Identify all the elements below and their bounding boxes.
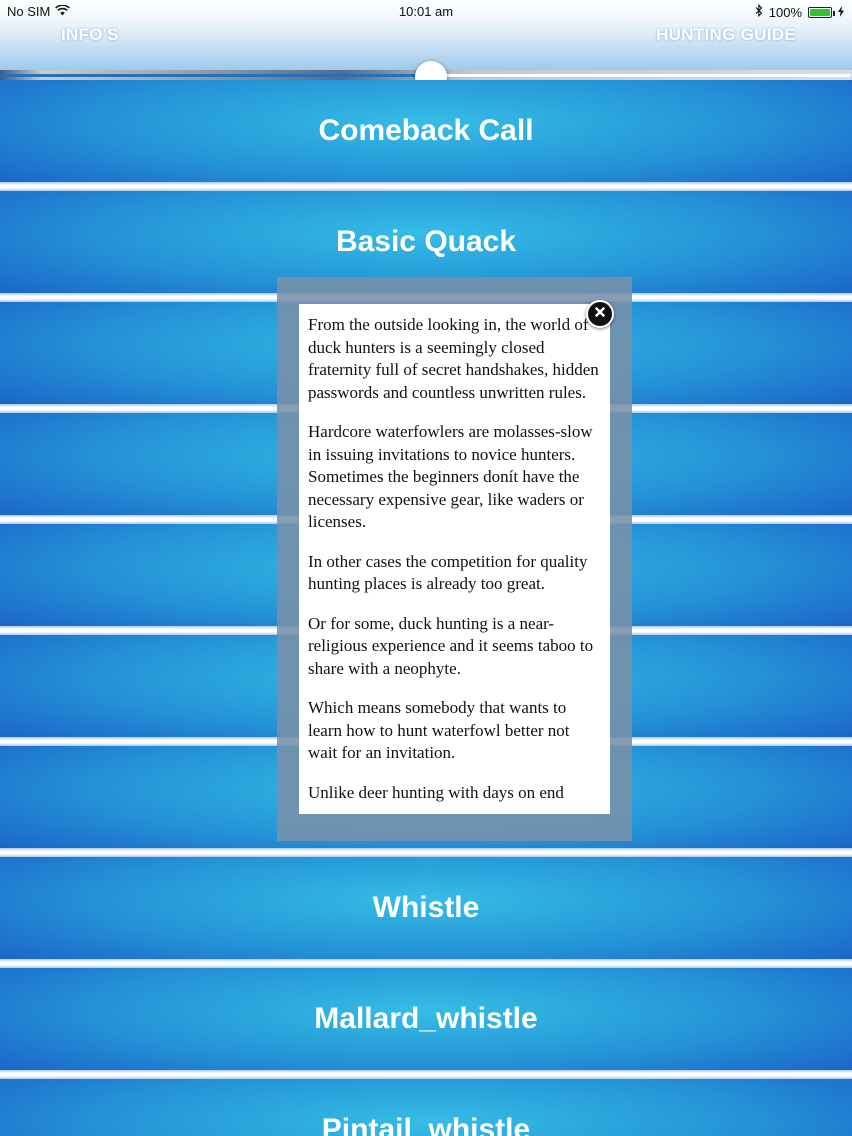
popup-paragraph: Or for some, duck hunting is a near-reli…: [308, 613, 594, 678]
call-row-label: Basic Quack: [335, 225, 517, 258]
call-row[interactable]: Whistle: [0, 857, 852, 959]
battery-percent: 100%: [768, 4, 802, 20]
call-row[interactable]: Comeback Call: [0, 80, 852, 182]
status-right: 100%: [755, 3, 844, 20]
call-row[interactable]: Pintail_whistle: [0, 1079, 852, 1136]
popup-paragraph: Hardcore waterfowlers are molasses-slow …: [308, 422, 593, 531]
charging-icon: [838, 5, 844, 20]
call-row-label: Pintail_whistle: [321, 1113, 531, 1136]
scrubber-played: [2, 74, 443, 77]
popup-paragraph: Unlike deer hunting with days on end: [308, 782, 564, 802]
app-screen: INFO'S HUNTING GUIDE No SIM 10:01 am 100…: [0, 0, 852, 1136]
status-time: 10:01 am: [398, 4, 454, 19]
row-separator: [0, 848, 852, 857]
close-button[interactable]: [586, 300, 614, 328]
row-separator: [0, 1070, 852, 1079]
popup-text: From the outside looking in, the world o…: [299, 304, 610, 804]
popup-paragraph: Which means somebody that wants to learn…: [308, 698, 570, 762]
call-row-label: Comeback Call: [318, 114, 534, 147]
call-row[interactable]: Mallard_whistle: [0, 968, 852, 1070]
popup-paragraph: In other cases the competition for quali…: [308, 551, 588, 594]
call-row-label: Whistle: [372, 891, 480, 924]
infos-button[interactable]: INFO'S: [61, 25, 119, 45]
hunting-guide-button[interactable]: HUNTING GUIDE: [656, 25, 796, 45]
battery-icon: [808, 6, 835, 18]
popup-content[interactable]: From the outside looking in, the world o…: [299, 304, 610, 814]
row-separator: [0, 959, 852, 968]
bluetooth-icon: [755, 3, 763, 20]
popup-paragraph: From the outside looking in, the world o…: [308, 315, 599, 402]
battery-fill: [810, 8, 830, 16]
close-icon: [594, 305, 606, 323]
status-bar: No SIM 10:01 am 100%: [0, 0, 852, 24]
call-row-label: Mallard_whistle: [314, 1002, 538, 1035]
row-separator: [0, 182, 852, 191]
